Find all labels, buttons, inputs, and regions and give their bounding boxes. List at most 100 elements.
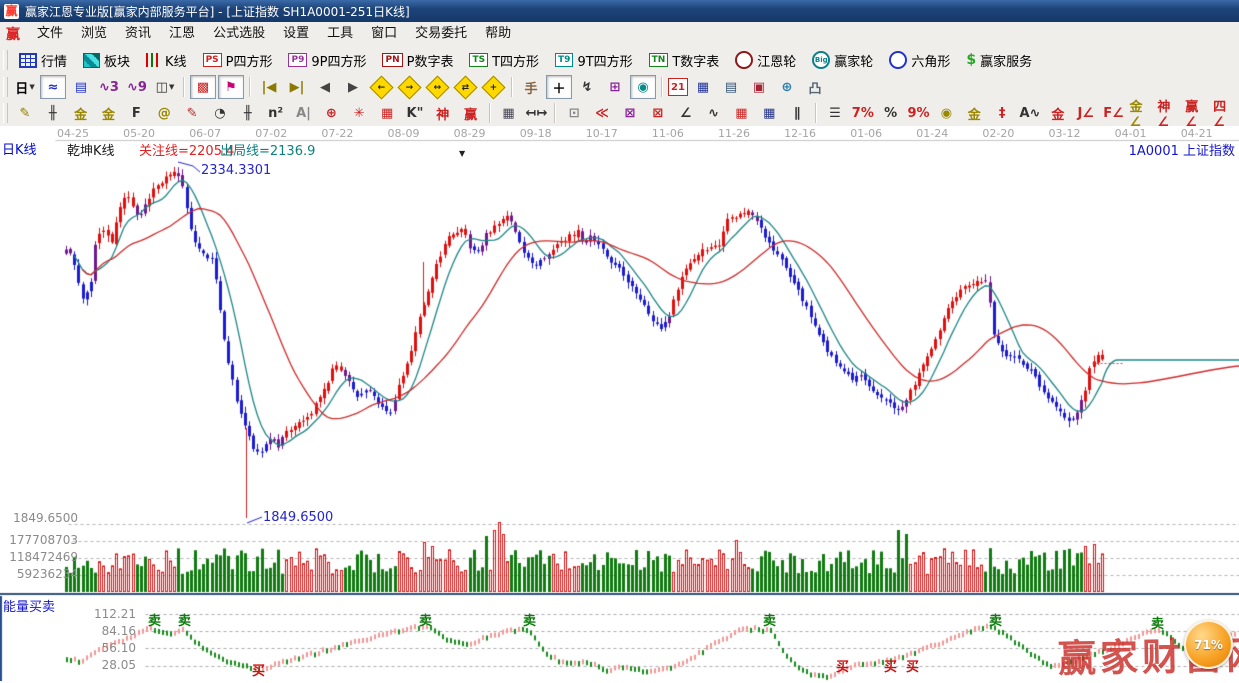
toolbar-percent-9[interactable]: 9% (906, 101, 932, 125)
toolbar-hexagon[interactable]: 六角形 (881, 48, 958, 72)
toolbar-calculator[interactable]: ▦ (690, 75, 716, 99)
toolbar-t-number-table[interactable]: TNT数字表 (641, 48, 728, 72)
toolbar-golden-underline[interactable]: 金 (1045, 101, 1071, 125)
menu-item-9[interactable]: 帮助 (476, 22, 520, 46)
toolbar-segment-tool[interactable]: ↯ (574, 75, 600, 99)
menu-item-8[interactable]: 交易委托 (406, 22, 476, 46)
toolbar-fan-box-red[interactable]: ⊠ (645, 101, 671, 125)
toolbar-golden-gann[interactable]: 金 (96, 101, 122, 125)
toolbar-angle-shen[interactable]: 神∠ (1156, 101, 1182, 125)
toolbar-price-list[interactable]: ☰ (822, 101, 848, 125)
menu-item-6[interactable]: 工具 (318, 22, 362, 46)
toolbar-parallel-lines[interactable]: ∥ (784, 101, 810, 125)
toolbar-ying-marker[interactable]: 赢 (458, 101, 484, 125)
menu-item-0[interactable]: 文件 (28, 22, 72, 46)
toolbar-first-page[interactable]: |◀ (256, 75, 282, 99)
toolbar-k-mark[interactable]: K" (402, 101, 428, 125)
toolbar-t9-square[interactable]: T99T四方形 (547, 48, 641, 72)
toolbar-save-disk[interactable]: ▣ (746, 75, 772, 99)
toolbar-ornament-tool[interactable]: ⊞ (602, 75, 628, 99)
toolbar-red-pen[interactable]: ✎ (179, 101, 205, 125)
toolbar-compress-x[interactable]: ⇄ (452, 75, 478, 99)
toolbar-golden-level[interactable]: 金 (961, 101, 987, 125)
toolbar-tick-ruler[interactable]: ╫ (235, 101, 261, 125)
menu-item-1[interactable]: 浏览 (72, 22, 116, 46)
toolbar-winner-wheel[interactable]: Big赢家轮 (804, 48, 881, 72)
oscillator-panel-label[interactable]: 能量买卖 (3, 596, 55, 615)
toolbar-p9-wave[interactable]: ∿9 (124, 75, 150, 99)
toolbar-pan-hand[interactable]: 手 (518, 75, 544, 99)
toolbar-fan-box-purple[interactable]: ⊠ (617, 101, 643, 125)
toolbar-last-page[interactable]: ▶| (284, 75, 310, 99)
toolbar-p-number-table[interactable]: PNP数字表 (374, 48, 461, 72)
toolbar-printer[interactable]: 凸 (802, 75, 828, 99)
toolbar-fibonacci-f[interactable]: F (123, 101, 149, 125)
toolbar-n-square[interactable]: n² (263, 101, 289, 125)
toolbar-gann-wheel[interactable]: 江恩轮 (727, 48, 804, 72)
market-quotes-label: 行情 (41, 51, 67, 70)
toolbar-grid-blue[interactable]: ▦ (756, 101, 782, 125)
date-tick-12-16: 12-16 (784, 127, 816, 140)
toolbar-box-adjust[interactable]: ⊡ (561, 101, 587, 125)
toolbar-text-annotate[interactable]: A| (291, 101, 317, 125)
menu-item-3[interactable]: 江恩 (160, 22, 204, 46)
toolbar-angle-j[interactable]: J∠ (1073, 101, 1099, 125)
hexagon-icon (889, 51, 907, 69)
toolbar-percent[interactable]: % (878, 101, 904, 125)
toolbar-zoom-x[interactable]: ↔ (424, 75, 450, 99)
toolbar-page-prev[interactable]: ◀ (312, 75, 338, 99)
toolbar-sectors[interactable]: 板块 (75, 48, 138, 72)
toolbar-fan-lines[interactable]: ≪ (589, 101, 615, 125)
toolbar-page-next[interactable]: ▶ (340, 75, 366, 99)
toolbar-p3-wave[interactable]: ∿3 (96, 75, 122, 99)
toolbar-percent-7[interactable]: 7% (850, 101, 876, 125)
toolbar-cycle-clock[interactable]: ◔ (207, 101, 233, 125)
toolbar-info-panel[interactable]: ▤ (68, 75, 94, 99)
toolbar-angle-golden[interactable]: 金∠ (1129, 101, 1155, 125)
toolbar-t-square[interactable]: TST四方形 (461, 48, 547, 72)
kline-chart-canvas[interactable] (0, 126, 1239, 681)
toolbar-angle-ying[interactable]: 赢∠ (1184, 101, 1210, 125)
toolbar-gann-ticks[interactable]: ╫ (40, 101, 66, 125)
toolbar-p9-square[interactable]: P99P四方形 (280, 48, 374, 72)
toolbar-winner-service[interactable]: $赢家服务 (958, 48, 1040, 72)
toolbar-grid-red[interactable]: ▦ (728, 101, 754, 125)
toolbar-notebook[interactable]: ▤ (718, 75, 744, 99)
toolbar-shen-marker[interactable]: 神 (430, 101, 456, 125)
toolbar-p-square[interactable]: PSP四方形 (195, 48, 281, 72)
toolbar-span-measure[interactable]: ↤↦ (523, 101, 549, 125)
toolbar-spiral[interactable]: @ (151, 101, 177, 125)
toolbar-brain-map[interactable]: ◉ (630, 75, 656, 99)
toolbar-expand-all[interactable]: + (480, 75, 506, 99)
toolbar-send-network[interactable]: ⊕ (774, 75, 800, 99)
toolbar-calendar-21[interactable]: 21 (668, 78, 688, 96)
toolbar-angle-si[interactable]: 四∠ (1212, 101, 1238, 125)
toolbar-period-day-dropdown[interactable]: 日▼ (12, 75, 38, 99)
toolbar-kline[interactable]: K线 (138, 48, 195, 72)
toolbar-wave-count[interactable]: A∿ (1017, 101, 1043, 125)
toolbar-angle-lines[interactable]: ∠ (673, 101, 699, 125)
toolbar-gann-star[interactable]: ✳ (346, 101, 372, 125)
toolbar-market-quotes[interactable]: 行情 (11, 48, 75, 72)
toolbar-price-ruler[interactable]: ▦ (496, 101, 522, 125)
menu-item-4[interactable]: 公式选股 (204, 22, 274, 46)
toolbar-shift-left[interactable]: ← (368, 75, 394, 99)
toolbar-shift-right[interactable]: → (396, 75, 422, 99)
toolbar-gann-circle[interactable]: ⊕ (318, 101, 344, 125)
toolbar-wave-tool[interactable]: ∿ (701, 101, 727, 125)
toolbar-mark-pen[interactable]: ‡ (989, 101, 1015, 125)
speed-badge[interactable]: 71% (1184, 620, 1233, 669)
toolbar-golden-gann-up[interactable]: 金 (68, 101, 94, 125)
menu-item-7[interactable]: 窗口 (362, 22, 406, 46)
menu-item-5[interactable]: 设置 (274, 22, 318, 46)
toolbar-crosshair[interactable]: ＋ (546, 75, 572, 99)
toolbar-angle-f[interactable]: F∠ (1101, 101, 1127, 125)
menu-item-2[interactable]: 资讯 (116, 22, 160, 46)
toolbar-golden-circle[interactable]: ◉ (933, 101, 959, 125)
toolbar-knife-pen[interactable]: ✎ (12, 101, 38, 125)
toolbar-volume-flag[interactable]: ⚑ (218, 75, 244, 99)
toolbar-gann-square[interactable]: ▦ (374, 101, 400, 125)
toolbar-region-map[interactable]: ▩ (190, 75, 216, 99)
toolbar-zoom-region[interactable]: ≈ (40, 75, 66, 99)
toolbar-candle-style-dropdown[interactable]: ◫▼ (152, 75, 178, 99)
